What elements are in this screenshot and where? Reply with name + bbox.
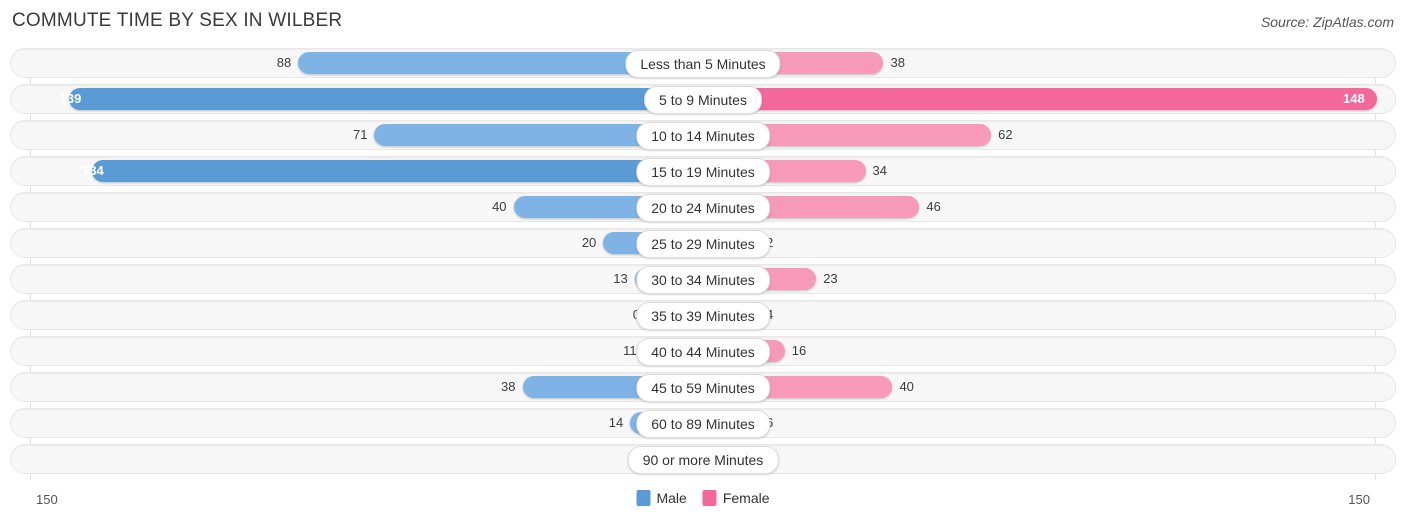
female-color-swatch [702,490,717,506]
chart-footer: 150 Male Female 150 [0,484,1406,523]
category-label: 20 to 24 Minutes [636,194,770,222]
male-value-label: 139 [59,91,82,106]
female-value-label: 40 [899,379,914,394]
category-label: 5 to 9 Minutes [644,86,762,114]
category-label: 35 to 39 Minutes [636,302,770,330]
female-value-label: 16 [791,343,807,358]
male-bar[interactable] [69,88,693,110]
male-value-label: 71 [352,127,368,142]
male-value-label: 134 [82,163,104,178]
male-value-label: 13 [613,271,628,286]
category-label: 90 or more Minutes [627,446,779,474]
female-value-label: 38 [890,55,905,70]
axis-label-left: 150 [36,492,58,507]
table-row: 3090 or more Minutes [10,444,1396,474]
category-label: 45 to 59 Minutes [636,374,770,402]
table-row: 20225 to 29 Minutes [10,228,1396,258]
male-value-label: 38 [501,379,516,394]
table-row: 38 40 45 to 59 Minutes [10,372,1396,402]
chart-legend: Male Female [636,490,770,506]
category-label: 10 to 14 Minutes [636,122,770,150]
female-bar[interactable] [713,88,1378,110]
category-label: 40 to 44 Minutes [636,338,770,366]
table-row: 134 34 15 to 19 Minutes [10,156,1396,186]
table-row: 0435 to 39 Minutes [10,300,1396,330]
table-row: 139 148 5 to 9 Minutes [10,84,1396,114]
table-row: 88 38 Less than 5 Minutes [10,48,1396,78]
male-value-label: 40 [492,199,507,214]
category-label: Less than 5 Minutes [625,50,781,78]
legend-label-female: Female [722,490,770,506]
male-bar[interactable] [91,160,693,182]
table-row: 40 46 20 to 24 Minutes [10,192,1396,222]
plot-area: 88 38 Less than 5 Minutes 139 148 5 to 9 Minu… [0,48,1406,480]
female-value-label: 148 [1343,91,1365,106]
table-row: 11 16 40 to 44 Minutes [10,336,1396,366]
page-title: COMMUTE TIME BY SEX IN WILBER [12,10,343,31]
table-row: 13 23 30 to 34 Minutes [10,264,1396,294]
commute-time-chart: COMMUTE TIME BY SEX IN WILBER Source: Zi… [0,0,1406,523]
male-value-label: 20 [581,235,597,250]
legend-item-male[interactable]: Male [636,490,687,506]
male-color-swatch [636,490,651,506]
chart-header: COMMUTE TIME BY SEX IN WILBER Source: Zi… [0,0,1406,44]
category-label: 60 to 89 Minutes [636,410,770,438]
male-value-label: 14 [608,415,624,430]
female-value-label: 34 [872,163,887,178]
category-label: 25 to 29 Minutes [636,230,770,258]
female-value-label: 62 [998,127,1013,142]
legend-label-male: Male [656,490,687,506]
category-label: 15 to 19 Minutes [636,158,770,186]
axis-label-right: 150 [1348,492,1370,507]
female-value-label: 46 [926,199,941,214]
male-value-label: 11 [623,343,637,358]
table-row: 71 62 10 to 14 Minutes [10,120,1396,150]
male-value-label: 88 [276,55,292,70]
category-label: 30 to 34 Minutes [636,266,770,294]
female-value-label: 23 [823,271,838,286]
table-row: 14660 to 89 Minutes [10,408,1396,438]
legend-item-female[interactable]: Female [702,490,770,506]
source-attribution: Source: ZipAtlas.com [1260,14,1394,30]
